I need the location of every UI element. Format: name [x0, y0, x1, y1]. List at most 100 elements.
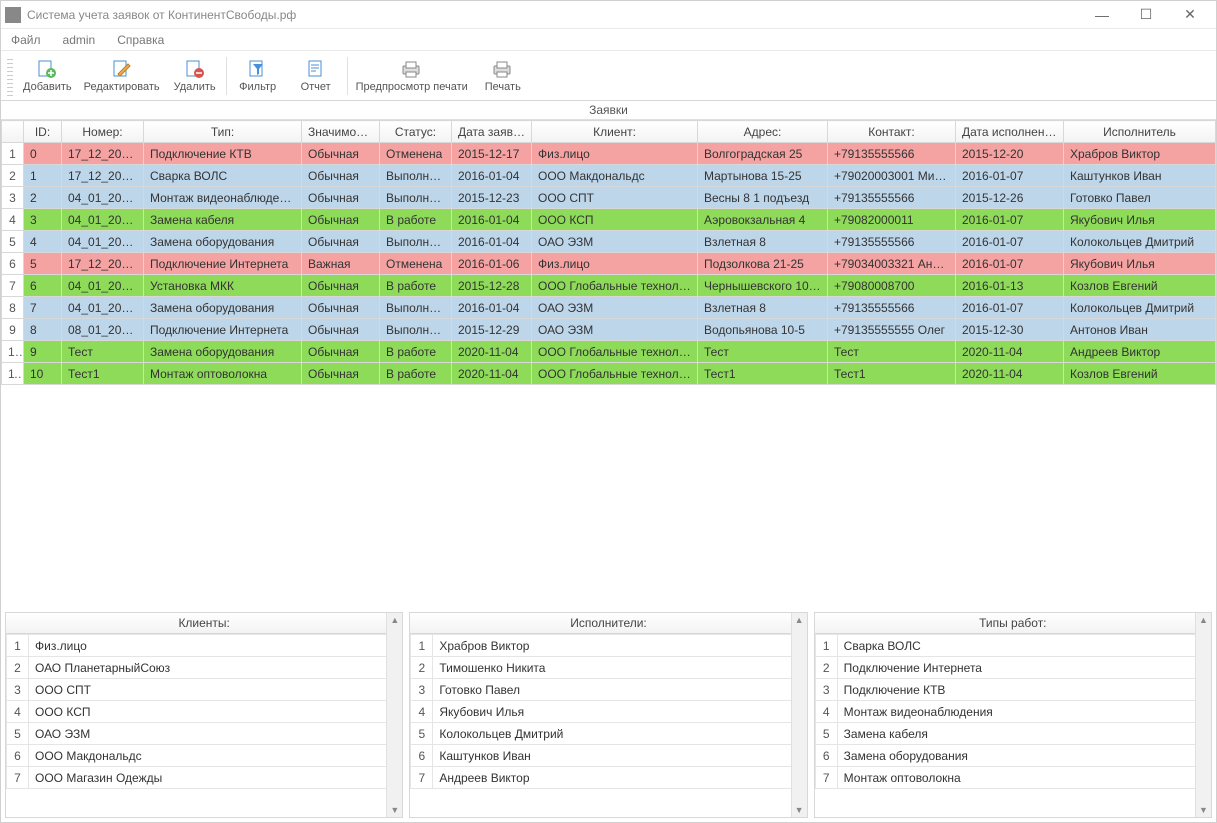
list-item-text[interactable]: Сварка ВОЛС: [837, 635, 1210, 657]
cell[interactable]: 2015-12-29: [452, 319, 532, 341]
cell[interactable]: +79135555555 Олег: [828, 319, 956, 341]
list-item-text[interactable]: ОАО ПланетарныйСоюз: [29, 657, 402, 679]
column-header[interactable]: Значимость:: [302, 121, 380, 143]
list-item[interactable]: 7Монтаж оптоволокна: [815, 767, 1210, 789]
cell[interactable]: 04_01_2016-29: [62, 231, 144, 253]
cell[interactable]: 9: [24, 341, 62, 363]
cell[interactable]: +79082000011: [828, 209, 956, 231]
menu-help[interactable]: Справка: [113, 31, 168, 49]
list-item-text[interactable]: ОАО ЭЗМ: [29, 723, 402, 745]
list-item-text[interactable]: Храбров Виктор: [433, 635, 806, 657]
cell[interactable]: Монтаж оптоволокна: [144, 363, 302, 385]
cell[interactable]: Обычная: [302, 319, 380, 341]
list-item[interactable]: 6ООО Макдональдс: [7, 745, 402, 767]
cell[interactable]: Обычная: [302, 187, 380, 209]
edit-button[interactable]: Редактировать: [78, 53, 166, 99]
list-item-text[interactable]: Замена оборудования: [837, 745, 1210, 767]
table-row[interactable]: 7604_01_2016-32Установка МККОбычнаяВ раб…: [2, 275, 1216, 297]
add-button[interactable]: Добавить: [17, 53, 78, 99]
cell[interactable]: 2015-12-26: [956, 187, 1064, 209]
list-item[interactable]: 7Андреев Виктор: [411, 767, 806, 789]
maximize-button[interactable]: ☐: [1124, 1, 1168, 29]
close-button[interactable]: ✕: [1168, 1, 1212, 29]
cell[interactable]: Обычная: [302, 231, 380, 253]
cell[interactable]: 6: [24, 275, 62, 297]
cell[interactable]: Антонов Иван: [1064, 319, 1216, 341]
cell[interactable]: В работе: [380, 275, 452, 297]
menu-file[interactable]: Файл: [7, 31, 45, 49]
list-item-text[interactable]: Монтаж оптоволокна: [837, 767, 1210, 789]
report-button[interactable]: Отчет: [287, 53, 345, 99]
table-row[interactable]: 6517_12_2015-23Подключение ИнтернетаВажн…: [2, 253, 1216, 275]
cell[interactable]: +79135555566: [828, 297, 956, 319]
list-item[interactable]: 1Физ.лицо: [7, 635, 402, 657]
list-item-text[interactable]: Тимошенко Никита: [433, 657, 806, 679]
cell[interactable]: 17_12_2015-24: [62, 143, 144, 165]
table-row[interactable]: 1110Тест1Монтаж оптоволокнаОбычнаяВ рабо…: [2, 363, 1216, 385]
list-item[interactable]: 4ООО КСП: [7, 701, 402, 723]
table-row[interactable]: 2117_12_2015-26Сварка ВОЛСОбычнаяВыполне…: [2, 165, 1216, 187]
table-row[interactable]: 3204_01_2016-27Монтаж видеонаблюденияОбы…: [2, 187, 1216, 209]
cell[interactable]: В работе: [380, 363, 452, 385]
list-item[interactable]: 3Готовко Павел: [411, 679, 806, 701]
cell[interactable]: 2020-11-04: [452, 341, 532, 363]
cell[interactable]: Замена оборудования: [144, 231, 302, 253]
cell[interactable]: Колокольцев Дмитрий: [1064, 231, 1216, 253]
cell[interactable]: 04_01_2016-28: [62, 209, 144, 231]
cell[interactable]: 2015-12-17: [452, 143, 532, 165]
cell[interactable]: Установка МКК: [144, 275, 302, 297]
cell[interactable]: Замена оборудования: [144, 297, 302, 319]
cell[interactable]: Весны 8 1 подъезд: [698, 187, 828, 209]
minimize-button[interactable]: —: [1080, 1, 1124, 29]
column-header[interactable]: Дата исполнения:: [956, 121, 1064, 143]
cell[interactable]: 2016-01-07: [956, 231, 1064, 253]
cell[interactable]: В работе: [380, 209, 452, 231]
cell[interactable]: Чернышевского 10-11: [698, 275, 828, 297]
list-item[interactable]: 2Подключение Интернета: [815, 657, 1210, 679]
list-item-text[interactable]: ООО КСП: [29, 701, 402, 723]
cell[interactable]: Тест: [828, 341, 956, 363]
list-item[interactable]: 7ООО Магазин Одежды: [7, 767, 402, 789]
list-item[interactable]: 2Тимошенко Никита: [411, 657, 806, 679]
cell[interactable]: Колокольцев Дмитрий: [1064, 297, 1216, 319]
cell[interactable]: 2020-11-04: [956, 363, 1064, 385]
list-item[interactable]: 5Замена кабеля: [815, 723, 1210, 745]
cell[interactable]: 2015-12-23: [452, 187, 532, 209]
cell[interactable]: Тест1: [698, 363, 828, 385]
cell[interactable]: 17_12_2015-26: [62, 165, 144, 187]
cell[interactable]: ООО Макдональдс: [532, 165, 698, 187]
cell[interactable]: ООО Глобальные технологии: [532, 341, 698, 363]
cell[interactable]: Тест: [62, 341, 144, 363]
cell[interactable]: Отменена: [380, 143, 452, 165]
clients-scrollbar[interactable]: [386, 613, 402, 817]
column-header[interactable]: [2, 121, 24, 143]
cell[interactable]: 2015-12-28: [452, 275, 532, 297]
column-header[interactable]: Клиент:: [532, 121, 698, 143]
cell[interactable]: 2015-12-20: [956, 143, 1064, 165]
cell[interactable]: 7: [24, 297, 62, 319]
cell[interactable]: 2016-01-04: [452, 209, 532, 231]
cell[interactable]: Взлетная 8: [698, 297, 828, 319]
cell[interactable]: Выполнена: [380, 231, 452, 253]
table-row[interactable]: 4304_01_2016-28Замена кабеляОбычнаяВ раб…: [2, 209, 1216, 231]
cell[interactable]: 2016-01-07: [956, 165, 1064, 187]
cell[interactable]: Обычная: [302, 363, 380, 385]
cell[interactable]: Замена оборудования: [144, 341, 302, 363]
cell[interactable]: ОАО ЭЗМ: [532, 319, 698, 341]
list-item[interactable]: 6Замена оборудования: [815, 745, 1210, 767]
cell[interactable]: ООО Глобальные технологии: [532, 363, 698, 385]
cell[interactable]: 5: [24, 253, 62, 275]
print-preview-button[interactable]: Предпросмотр печати: [350, 53, 474, 99]
cell[interactable]: Андреев Виктор: [1064, 341, 1216, 363]
cell[interactable]: В работе: [380, 341, 452, 363]
cell[interactable]: Тест1: [828, 363, 956, 385]
list-item-text[interactable]: Колокольцев Дмитрий: [433, 723, 806, 745]
column-header[interactable]: Исполнитель: [1064, 121, 1216, 143]
list-item[interactable]: 6Каштунков Иван: [411, 745, 806, 767]
column-header[interactable]: ID:: [24, 121, 62, 143]
filter-button[interactable]: Фильтр: [229, 53, 287, 99]
list-item-text[interactable]: Подключение Интернета: [837, 657, 1210, 679]
table-row[interactable]: 9808_01_2016-35Подключение ИнтернетаОбыч…: [2, 319, 1216, 341]
cell[interactable]: Храбров Виктор: [1064, 143, 1216, 165]
cell[interactable]: 2016-01-06: [452, 253, 532, 275]
